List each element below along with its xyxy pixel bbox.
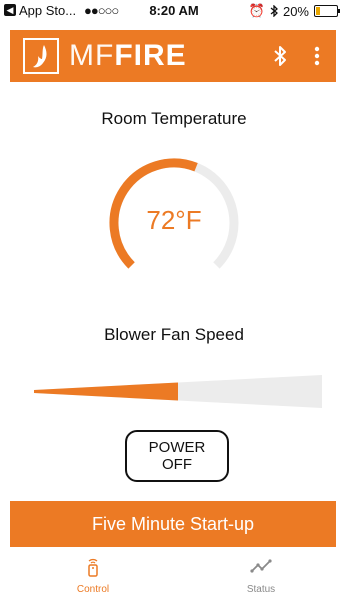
- brand-title-bold: FIRE: [114, 39, 187, 72]
- tab-status[interactable]: Status: [201, 557, 321, 595]
- tab-control[interactable]: Control: [33, 557, 153, 595]
- temperature-value: 72°F: [146, 205, 202, 235]
- remote-icon: [88, 558, 98, 577]
- flame-logo-icon: [23, 38, 59, 74]
- alarm-icon: ⏰: [248, 3, 265, 18]
- room-temperature-title: Room Temperature: [101, 109, 247, 128]
- battery-icon: [314, 5, 340, 17]
- five-minute-startup-button[interactable]: Five Minute Start-up: [10, 501, 336, 547]
- blower-fan-title: Blower Fan Speed: [104, 325, 244, 344]
- battery-percent: 20%: [282, 3, 309, 19]
- more-options-icon[interactable]: [314, 45, 320, 67]
- bluetooth-icon[interactable]: [273, 45, 287, 67]
- bluetooth-status-icon: [270, 5, 278, 17]
- app-header: MFFIRE: [10, 30, 336, 82]
- power-off-button[interactable]: POWER OFF: [125, 430, 229, 482]
- brand-title: MFFIRE: [69, 40, 187, 72]
- tab-status-label: Status: [246, 584, 276, 595]
- brand-title-light: MF: [69, 39, 115, 72]
- status-right: ⏰ 20%: [248, 3, 340, 19]
- fan-speed-slider[interactable]: [34, 375, 322, 408]
- status-bar: ◀ App Sto... ●●○○○ 8:20 AM ⏰ 20%: [0, 0, 348, 22]
- tab-control-label: Control: [76, 584, 110, 595]
- fan-speed-fill: [34, 382, 178, 401]
- trend-icon: [250, 559, 272, 573]
